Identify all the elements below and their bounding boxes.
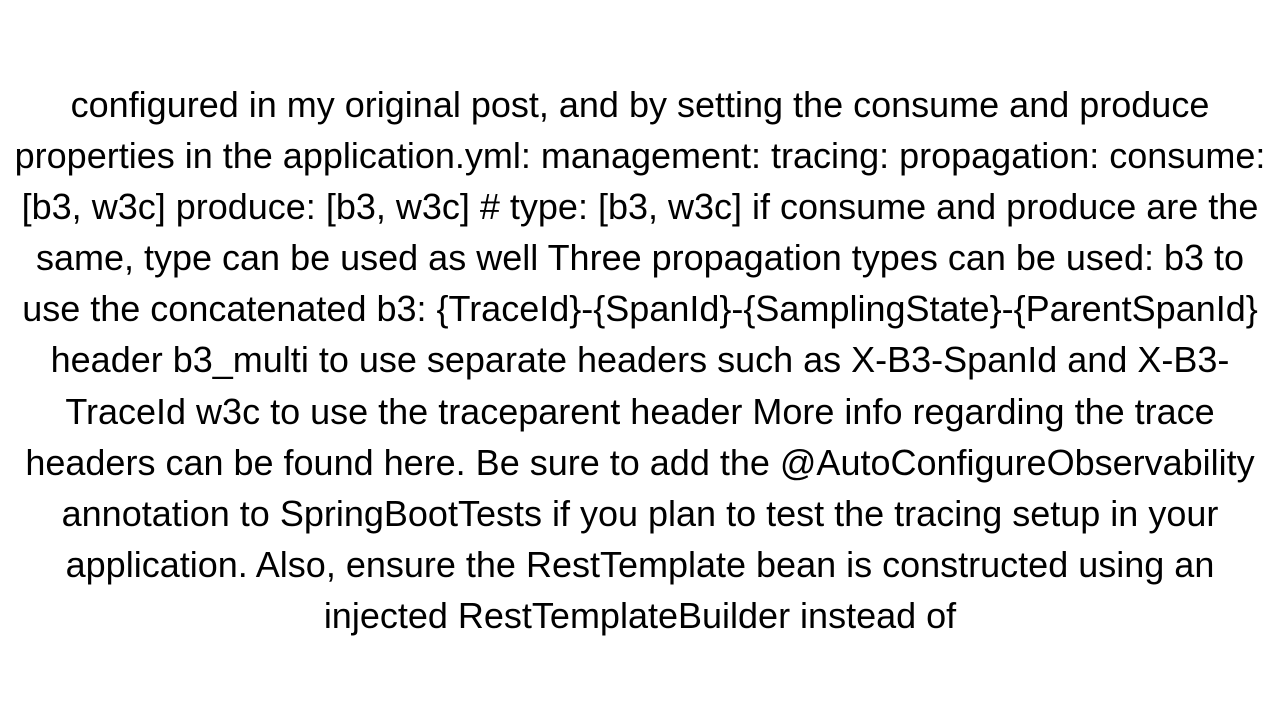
document-body: configured in my original post, and by s…	[10, 79, 1270, 641]
